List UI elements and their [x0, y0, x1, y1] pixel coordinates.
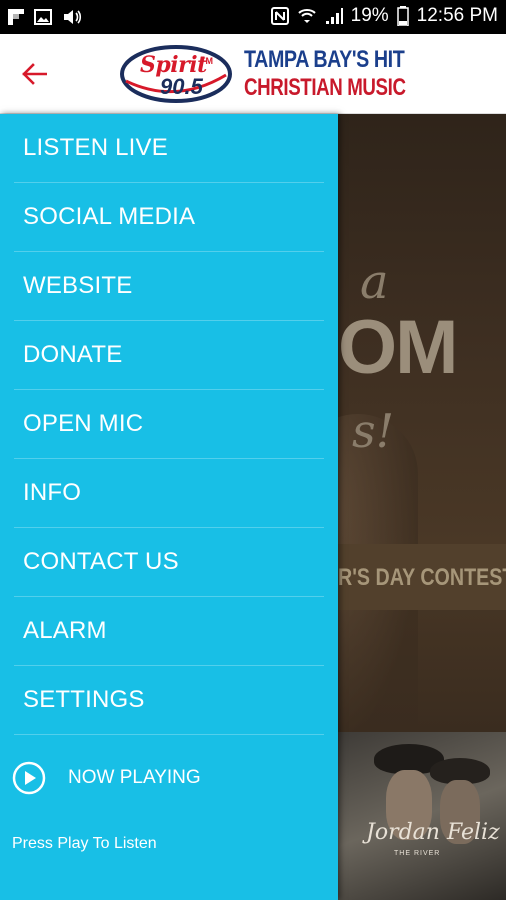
nfc-icon	[270, 7, 289, 25]
promo-contest-band: R'S DAY CONTEST	[338, 544, 506, 610]
logo-frequency: 90.5	[160, 74, 203, 99]
menu-item-label: DONATE	[23, 341, 123, 368]
menu-item-label: INFO	[23, 479, 82, 506]
station-tagline-line2: CHRISTIAN MUSIC	[244, 74, 406, 101]
menu-item-website[interactable]: WEBSITE	[14, 252, 324, 321]
navigation-drawer: LISTEN LIVE SOCIAL MEDIA WEBSITE DONATE …	[0, 114, 338, 900]
signal-icon	[325, 8, 343, 24]
menu-item-label: CONTACT US	[23, 548, 179, 575]
menu-item-listen-live[interactable]: LISTEN LIVE	[14, 114, 324, 183]
promo-contest-text: R'S DAY CONTEST	[338, 564, 506, 591]
menu-item-label: ALARM	[23, 617, 107, 644]
album-subtitle: THE RIVER	[394, 850, 441, 857]
promo-text-fragment: s!	[352, 404, 395, 458]
menu-item-info[interactable]: INFO	[14, 459, 324, 528]
menu-item-label: SOCIAL MEDIA	[23, 203, 196, 230]
flipboard-notification-icon	[8, 9, 24, 25]
app-header: Spirit FM 90.5 TAMPA BAY'S HIT CHRISTIAN…	[0, 34, 506, 114]
menu-item-label: OPEN MIC	[23, 410, 144, 437]
promo-text-fragment: OM	[338, 305, 458, 390]
battery-icon	[396, 6, 409, 26]
wifi-calling-icon	[297, 9, 316, 23]
now-playing-control[interactable]: NOW PLAYING	[12, 761, 201, 795]
volume-icon	[64, 10, 82, 24]
battery-percent: 19%	[350, 5, 389, 26]
album-art[interactable]: Jordan Feliz THE RIVER	[338, 732, 506, 900]
menu-item-contact-us[interactable]: CONTACT US	[14, 528, 324, 597]
play-circle-icon[interactable]	[12, 761, 46, 795]
status-bar: 19% 12:56 PM	[0, 0, 506, 34]
menu-item-alarm[interactable]: ALARM	[14, 597, 324, 666]
promo-text-fragment: a	[360, 254, 389, 310]
now-playing-label: NOW PLAYING	[68, 767, 201, 788]
menu-item-settings[interactable]: SETTINGS	[14, 666, 324, 735]
back-arrow-icon	[22, 63, 47, 85]
station-tagline-line1: TAMPA BAY'S HIT	[244, 46, 405, 73]
image-notification-icon	[34, 9, 52, 25]
menu-item-label: SETTINGS	[23, 686, 145, 713]
menu-item-open-mic[interactable]: OPEN MIC	[14, 390, 324, 459]
main-content-background: a OM s! R'S DAY CONTEST Jordan Feliz THE…	[338, 114, 506, 900]
menu-item-label: WEBSITE	[23, 272, 133, 299]
menu-item-donate[interactable]: DONATE	[14, 321, 324, 390]
clock: 12:56 PM	[416, 5, 498, 26]
album-artist-script: Jordan Feliz	[366, 820, 500, 845]
back-button[interactable]	[14, 54, 54, 94]
now-playing-subtitle: Press Play To Listen	[12, 835, 157, 852]
logo-fm-text: FM	[200, 56, 213, 66]
menu-item-label: LISTEN LIVE	[23, 134, 168, 161]
promo-banner[interactable]: a OM s! R'S DAY CONTEST	[338, 114, 506, 732]
menu-item-social-media[interactable]: SOCIAL MEDIA	[14, 183, 324, 252]
